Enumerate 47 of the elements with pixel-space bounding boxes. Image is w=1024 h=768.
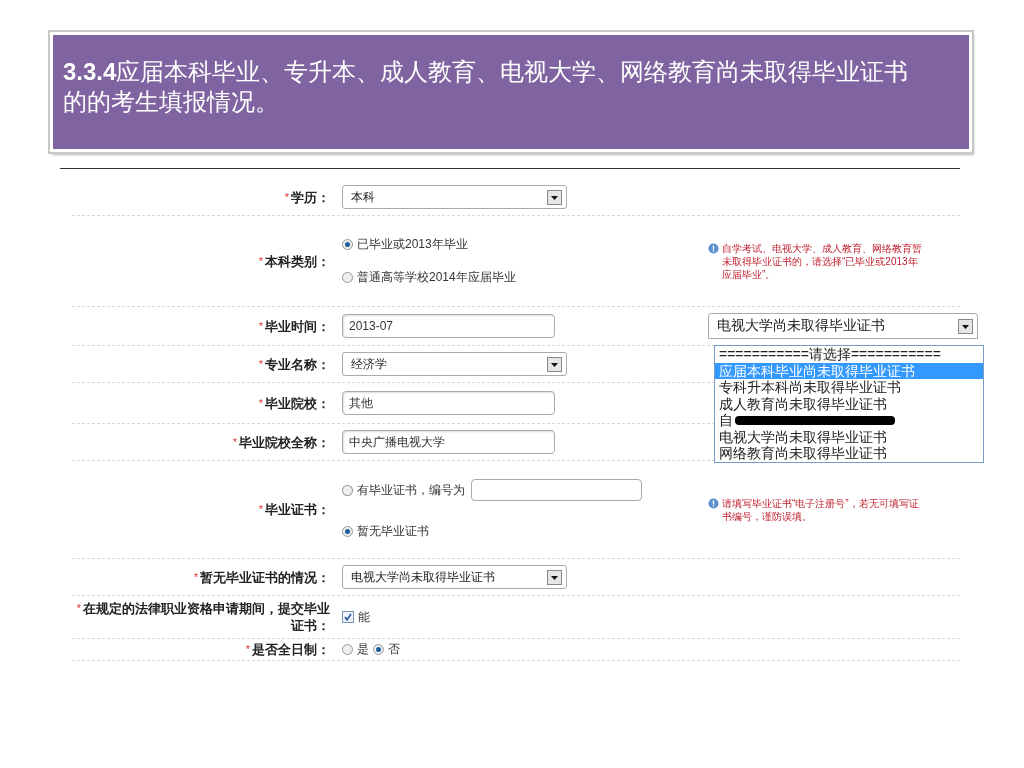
radio-label: 是	[357, 641, 369, 658]
select-field[interactable]: 电视大学尚未取得毕业证书	[342, 565, 567, 589]
required-mark: *	[258, 319, 263, 332]
select-field[interactable]: 经济学	[342, 352, 567, 376]
required-mark: *	[193, 570, 198, 583]
radio-label: 普通高等学校2014年应届毕业	[357, 269, 516, 286]
radio-button[interactable]	[342, 484, 353, 496]
required-mark: *	[258, 254, 263, 267]
field-label: 毕业院校：	[265, 395, 330, 411]
info-icon	[708, 242, 719, 254]
input-field[interactable]: 其他	[342, 391, 555, 415]
radio-label: 否	[388, 641, 400, 658]
field-label: 毕业院校全称：	[239, 434, 330, 450]
required-mark: *	[245, 643, 250, 655]
slide-title: 3.3.4应届本科毕业、专升本、成人教育、电视大学、网络教育尚未取得毕业证书的的考生填报情况。	[63, 58, 909, 115]
field-label: 毕业时间：	[265, 318, 330, 334]
required-mark: *	[258, 357, 263, 370]
radio-label: 暂无毕业证书	[357, 523, 429, 540]
hint-text: 自学考试、电视大学、成人教育、网络教育暂未取得毕业证书的，请选择“已毕业或2013年应届毕业”。	[722, 241, 923, 281]
radio-button[interactable]	[342, 239, 353, 250]
checkbox[interactable]	[342, 611, 354, 623]
input-field[interactable]: 中央广播电视大学	[342, 430, 555, 454]
required-mark: *	[258, 396, 263, 409]
radio-button[interactable]	[342, 644, 353, 655]
select-field[interactable]: 电视大学尚未取得毕业证书	[708, 313, 978, 339]
radio-label: 有毕业证书，编号为	[356, 481, 465, 499]
field-label: 是否全日制：	[252, 642, 330, 657]
select-field[interactable]: 本科	[342, 185, 567, 209]
radio-label: 已毕业或2013年毕业	[357, 236, 468, 253]
input-field[interactable]	[470, 479, 642, 501]
field-label: 学历：	[291, 189, 330, 205]
field-label: 毕业证书：	[265, 502, 330, 517]
field-label: 在规定的法律职业资格申请期间，提交毕业证书：	[83, 601, 330, 633]
required-mark: *	[258, 503, 263, 515]
required-mark: *	[232, 435, 237, 448]
radio-button[interactable]	[342, 526, 353, 537]
required-mark: *	[76, 602, 81, 614]
info-icon	[708, 497, 719, 509]
radio-button[interactable]	[373, 644, 384, 655]
hint-text: 请填写毕业证书“电子注册号”，若无可填写证书编号，谨防误填。	[722, 496, 920, 523]
field-label: 本科类别：	[265, 253, 330, 269]
required-mark: *	[284, 190, 289, 203]
field-label: 暂无毕业证书的情况：	[200, 569, 330, 585]
input-field[interactable]: 2013-07	[342, 314, 555, 338]
radio-button[interactable]	[342, 272, 353, 283]
checkbox-label: 能	[358, 608, 370, 626]
field-label: 专业名称：	[265, 356, 330, 372]
